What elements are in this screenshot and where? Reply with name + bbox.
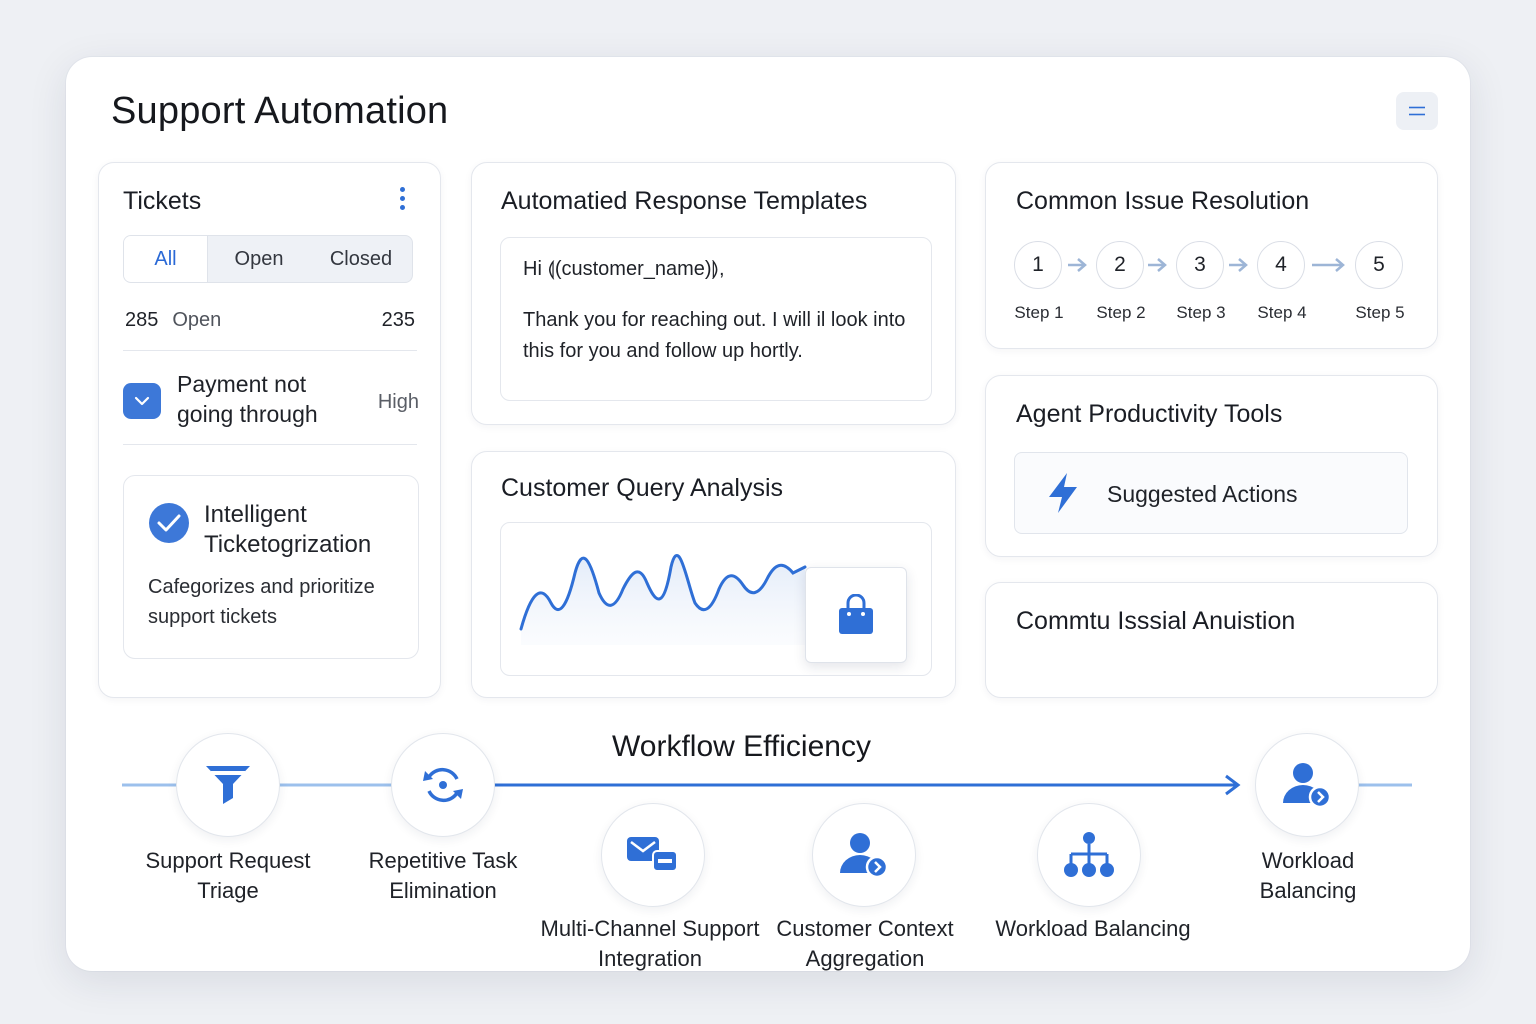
message-icon (627, 837, 678, 872)
refresh-icon (423, 767, 463, 803)
funnel-icon (206, 766, 250, 804)
user-arrow-icon (840, 833, 889, 879)
workflow-label: Customer Context Aggregation (776, 916, 954, 971)
hierarchy-icon (1064, 832, 1114, 877)
workflow-node-balancing[interactable] (1037, 803, 1141, 907)
workflow-node-context[interactable] (812, 803, 916, 907)
workflow-label: Workload Balancing (1259, 848, 1357, 903)
workflow-node-workload[interactable] (1255, 733, 1359, 837)
workflow-label: Repetitive Task Elimination (368, 848, 518, 903)
workflow-node-multichannel[interactable] (601, 803, 705, 907)
workflow-node-task-elimination[interactable] (391, 733, 495, 837)
user-arrow-icon (1283, 763, 1332, 809)
workflow-node-triage[interactable] (176, 733, 280, 837)
workflow-label: Support Request Triage (145, 848, 311, 903)
workflow-label: Workload Balancing (995, 916, 1191, 941)
workflow-label: Multi-Channel Support Integration (540, 916, 760, 971)
